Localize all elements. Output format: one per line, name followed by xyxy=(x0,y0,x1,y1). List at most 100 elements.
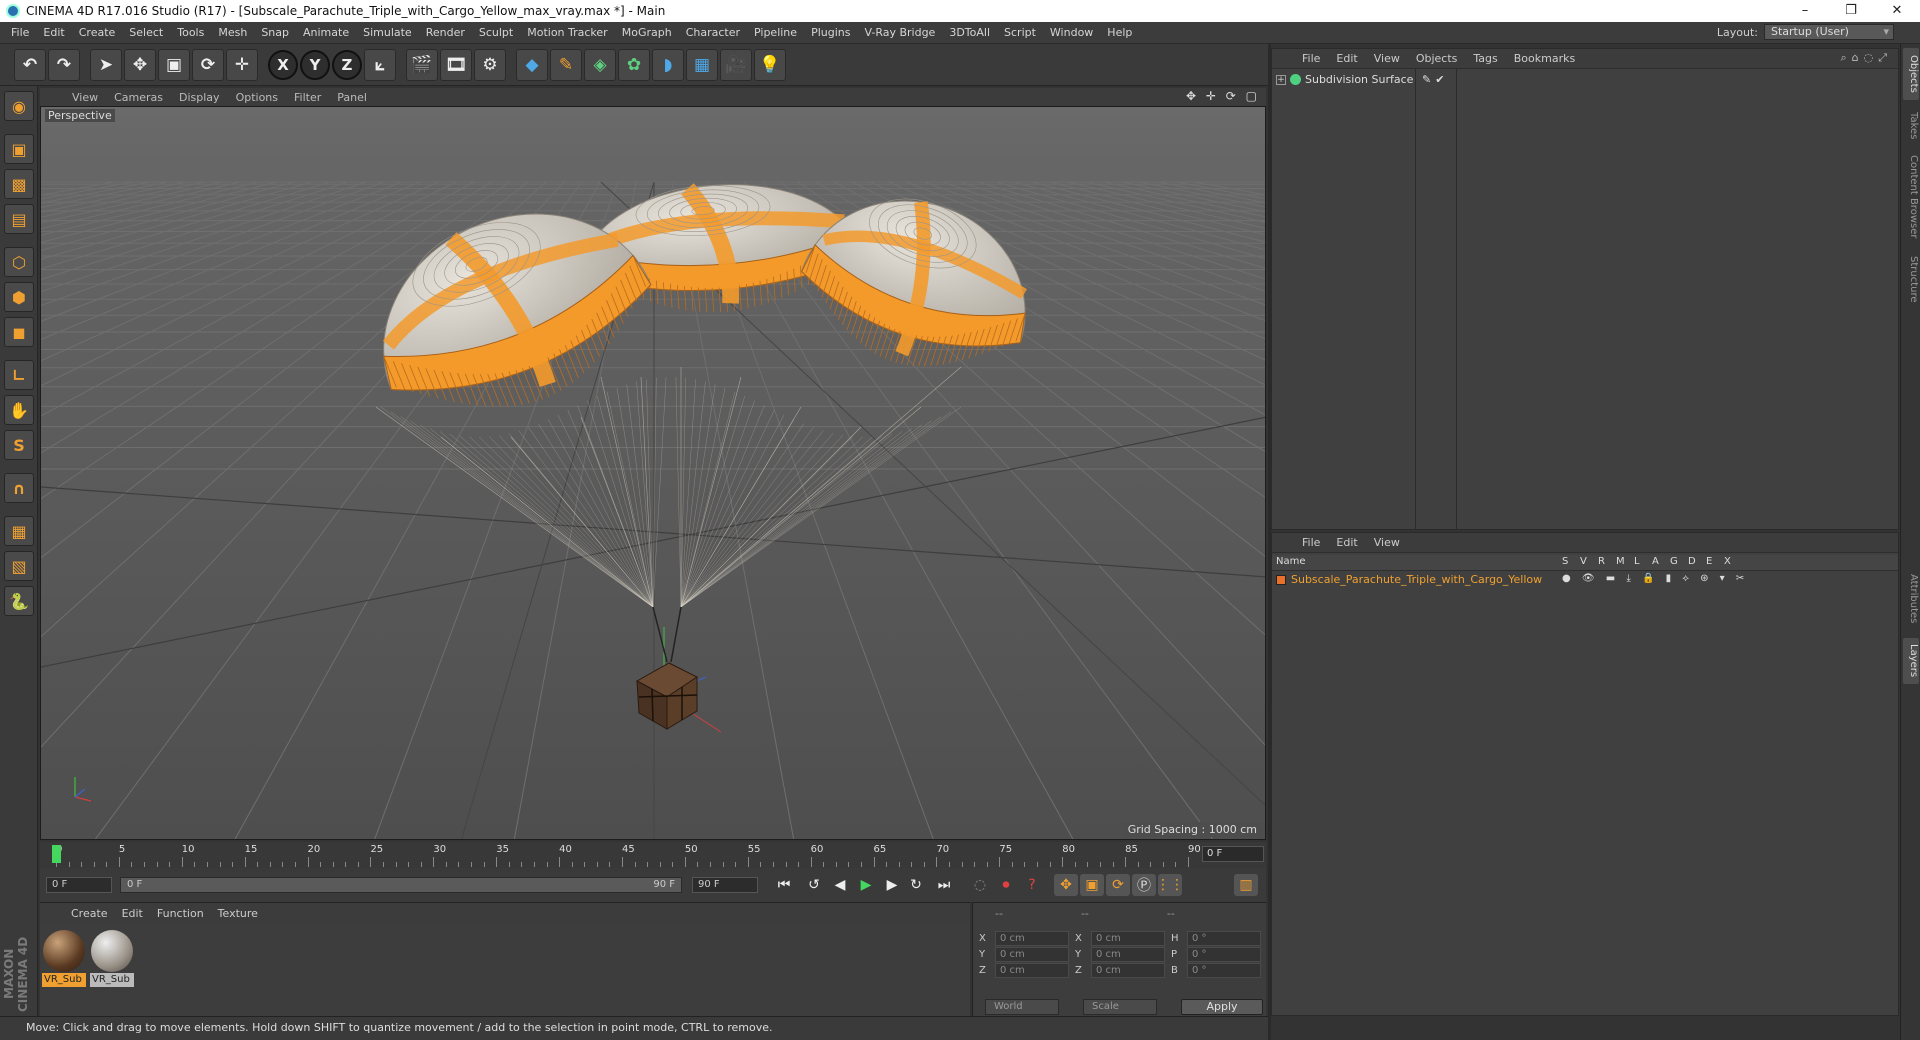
texture-mode-icon[interactable]: ▩ xyxy=(4,169,34,199)
layer-column-g[interactable]: G xyxy=(1670,556,1688,567)
select-arrow-icon[interactable]: ➤ xyxy=(90,48,122,81)
edges-mode-icon[interactable]: ⬢ xyxy=(4,282,34,312)
side-tab-layers[interactable]: Layers xyxy=(1903,638,1919,684)
start-frame-field[interactable]: 0 F xyxy=(46,877,112,893)
frame-range-slider[interactable]: 0 F 90 F xyxy=(120,877,682,893)
coord-value-field[interactable]: 0 cm xyxy=(995,963,1069,978)
key-scale-icon[interactable]: ▣ xyxy=(1080,874,1104,896)
viewport-menu-options[interactable]: Options xyxy=(228,91,286,104)
viewport-menu-panel[interactable]: Panel xyxy=(329,91,375,104)
playhead-marker[interactable] xyxy=(52,845,61,863)
expand-icon[interactable]: + xyxy=(1276,74,1286,85)
viewport-menu-view[interactable]: View xyxy=(64,91,106,104)
layer-column-e[interactable]: E xyxy=(1706,556,1724,567)
material-menu-create[interactable]: Create xyxy=(64,907,115,920)
goto-end-icon[interactable]: ⏭ xyxy=(932,874,956,896)
coord-value-field[interactable]: 0 cm xyxy=(995,931,1069,946)
array-icon[interactable]: ✿ xyxy=(618,48,650,81)
side-tab-content-browser[interactable]: Content Browser xyxy=(1903,152,1919,242)
viewport-menu-display[interactable]: Display xyxy=(171,91,228,104)
restore-button[interactable]: ❐ xyxy=(1828,0,1874,22)
coord-mode-dropdown[interactable]: Scale xyxy=(1083,999,1157,1015)
menu-render[interactable]: Render xyxy=(419,22,472,44)
workplane-lock-icon[interactable]: ▦ xyxy=(4,516,34,546)
play-icon[interactable]: ▶ xyxy=(854,874,878,896)
menu-window[interactable]: Window xyxy=(1043,22,1100,44)
material-menu-texture[interactable]: Texture xyxy=(211,907,265,920)
solo-icon[interactable]: S xyxy=(4,430,34,460)
object-tags[interactable]: ✎✔ xyxy=(1422,73,1448,86)
menu-create[interactable]: Create xyxy=(72,22,123,44)
menu-pipeline[interactable]: Pipeline xyxy=(747,22,804,44)
coord-value-field[interactable]: 0 cm xyxy=(1091,963,1165,978)
next-key-icon[interactable]: ↻ xyxy=(904,874,928,896)
layer-menu-view[interactable]: View xyxy=(1366,536,1408,549)
material-menu-edit[interactable]: Edit xyxy=(115,907,150,920)
layer-menu-edit[interactable]: Edit xyxy=(1328,536,1365,549)
object-menu-objects[interactable]: Objects xyxy=(1408,52,1466,65)
layer-column-x[interactable]: X xyxy=(1724,556,1742,567)
viewport-perspective[interactable]: Perspective Grid Spacing : 1000 cm xyxy=(40,106,1266,840)
light-icon[interactable]: 💡 xyxy=(754,48,786,81)
coord-value-field[interactable]: 0 ° xyxy=(1187,947,1261,962)
menu-motion-tracker[interactable]: Motion Tracker xyxy=(520,22,614,44)
live-selection-icon[interactable]: ✛ xyxy=(226,48,258,81)
layer-column-a[interactable]: A xyxy=(1652,556,1670,567)
x-axis-icon[interactable]: X xyxy=(268,49,298,80)
side-tab-attributes[interactable]: Attributes xyxy=(1903,564,1919,634)
menu-simulate[interactable]: Simulate xyxy=(356,22,419,44)
current-frame-field[interactable]: 0 F xyxy=(1202,846,1264,862)
object-menu-bookmarks[interactable]: Bookmarks xyxy=(1506,52,1583,65)
object-manager-search-icons[interactable]: ⌕⌂◌⤢ xyxy=(1840,51,1892,65)
menu-script[interactable]: Script xyxy=(997,22,1043,44)
object-menu-edit[interactable]: Edit xyxy=(1328,52,1365,65)
viewport-menu-filter[interactable]: Filter xyxy=(286,91,329,104)
key-rotation-icon[interactable]: ⟳ xyxy=(1106,874,1130,896)
frame-ruler[interactable]: 051015202530354045505560657075808590 xyxy=(48,842,1201,868)
coord-value-field[interactable]: 0 cm xyxy=(1091,947,1165,962)
layer-menu-file[interactable]: File xyxy=(1294,536,1328,549)
minimize-button[interactable]: – xyxy=(1782,0,1828,22)
cube-primitive-icon[interactable]: ◆ xyxy=(516,48,548,81)
menu-select[interactable]: Select xyxy=(122,22,170,44)
object-row-subdivision-surface[interactable]: + Subdivision Surface xyxy=(1276,73,1413,86)
coord-value-field[interactable]: 0 cm xyxy=(995,947,1069,962)
menu-help[interactable]: Help xyxy=(1100,22,1139,44)
polygons-mode-icon[interactable]: ◼ xyxy=(4,317,34,347)
menu-3dtoall[interactable]: 3DToAll xyxy=(942,22,997,44)
coord-space-dropdown[interactable]: World xyxy=(985,999,1059,1015)
menu-mograph[interactable]: MoGraph xyxy=(615,22,679,44)
material-swatch-2[interactable]: VR_Sub xyxy=(90,929,134,987)
tweak-icon[interactable]: ✋ xyxy=(4,395,34,425)
workplane-snap-icon[interactable]: ▧ xyxy=(4,551,34,581)
viewport-menu-cameras[interactable]: Cameras xyxy=(106,91,171,104)
redo-icon[interactable]: ↷ xyxy=(48,48,80,81)
prev-frame-icon[interactable]: ◀ xyxy=(828,874,852,896)
camera-icon[interactable]: 🎥 xyxy=(720,48,752,81)
menu-v-ray-bridge[interactable]: V-Ray Bridge xyxy=(857,22,942,44)
viewport-nav-icons[interactable]: ✥ ✛ ⟳ ▢ xyxy=(1186,89,1260,103)
object-menu-file[interactable]: File xyxy=(1294,52,1328,65)
key-parameter-icon[interactable]: Ⓟ xyxy=(1132,874,1156,896)
workplane-icon[interactable]: ▤ xyxy=(4,204,34,234)
coord-value-field[interactable]: 0 cm xyxy=(1091,931,1165,946)
layer-column-v[interactable]: V xyxy=(1580,556,1598,567)
key-position-icon[interactable]: ✥ xyxy=(1054,874,1078,896)
python-icon[interactable]: 🐍 xyxy=(4,586,34,616)
floor-icon[interactable]: ▦ xyxy=(686,48,718,81)
deformer-icon[interactable]: ◗ xyxy=(652,48,684,81)
layer-column-r[interactable]: R xyxy=(1598,556,1616,567)
make-editable-icon[interactable]: ◉ xyxy=(4,91,34,121)
goto-start-icon[interactable]: ⏮ xyxy=(772,874,796,896)
coord-value-field[interactable]: 0 ° xyxy=(1187,963,1261,978)
side-tab-objects[interactable]: Objects xyxy=(1903,48,1919,100)
coord-value-field[interactable]: 0 ° xyxy=(1187,931,1261,946)
render-settings-icon[interactable]: ⚙ xyxy=(474,48,506,81)
layout-dropdown[interactable]: Startup (User) xyxy=(1764,24,1894,40)
layer-color-icon[interactable] xyxy=(1276,574,1286,585)
object-menu-view[interactable]: View xyxy=(1366,52,1408,65)
y-axis-icon[interactable]: Y xyxy=(300,49,330,80)
undo-icon[interactable]: ↶ xyxy=(14,48,46,81)
layer-toggle-icons[interactable]: ● 👁 ▬ ⤓ 🔒 ▮ ⟡ ⊛ ▾ ✂ xyxy=(1562,573,1748,584)
layer-column-s[interactable]: S xyxy=(1562,556,1580,567)
